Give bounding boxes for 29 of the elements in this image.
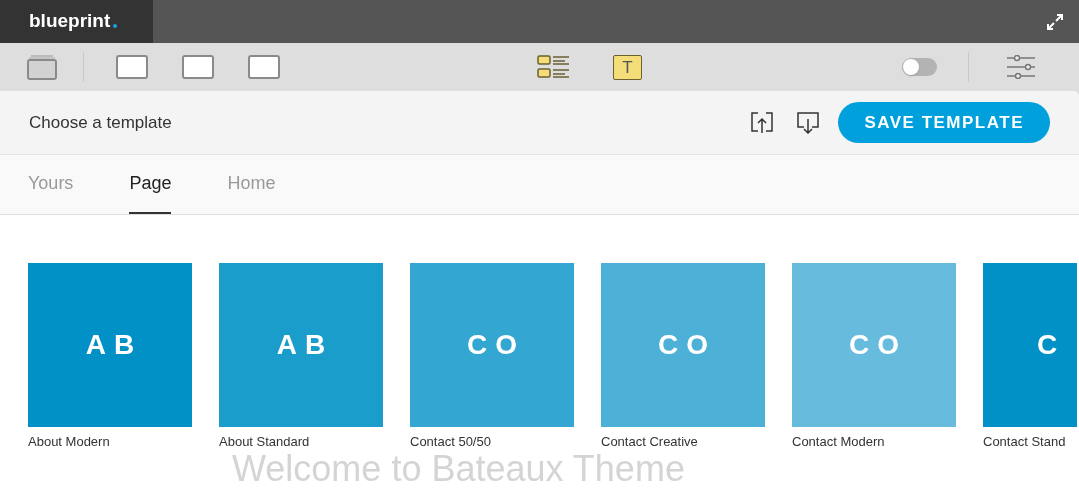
download-icon[interactable] xyxy=(797,111,820,134)
stack-icon[interactable] xyxy=(27,54,57,80)
template-name: Contact Creative xyxy=(601,433,699,451)
expand-icon[interactable] xyxy=(1047,13,1063,30)
template-thumbnail[interactable]: AB xyxy=(28,263,192,427)
panel-title: Choose a template xyxy=(29,111,172,134)
tab[interactable]: Home xyxy=(227,155,276,214)
toggle-switch[interactable] xyxy=(902,58,937,76)
sliders-icon[interactable] xyxy=(1006,55,1036,79)
tab[interactable]: Page xyxy=(129,155,172,214)
template-name: About Standard xyxy=(219,433,311,451)
block-icon[interactable] xyxy=(116,55,148,79)
upload-icon[interactable] xyxy=(751,111,774,134)
layout-icon[interactable] xyxy=(537,54,571,80)
save-template-button[interactable]: SAVE TEMPLATE xyxy=(838,102,1050,143)
template-thumbnail[interactable]: AB xyxy=(219,263,383,427)
template-name: Contact Stand xyxy=(983,433,1067,451)
tab[interactable]: Yours xyxy=(28,155,74,214)
template-name: Contact Modern xyxy=(792,433,886,451)
template-thumbnail[interactable]: C xyxy=(983,263,1077,427)
template-thumbnail[interactable]: CO xyxy=(410,263,574,427)
text-tool-button[interactable]: T xyxy=(613,54,642,80)
logo: blueprint xyxy=(0,0,153,43)
block-icon[interactable] xyxy=(248,55,280,79)
template-name: About Modern xyxy=(28,433,111,451)
block-icon[interactable] xyxy=(182,55,214,79)
template-thumbnail[interactable]: CO xyxy=(601,263,765,427)
template-thumbnail[interactable]: CO xyxy=(792,263,956,427)
template-name: Contact 50/50 xyxy=(410,433,492,451)
